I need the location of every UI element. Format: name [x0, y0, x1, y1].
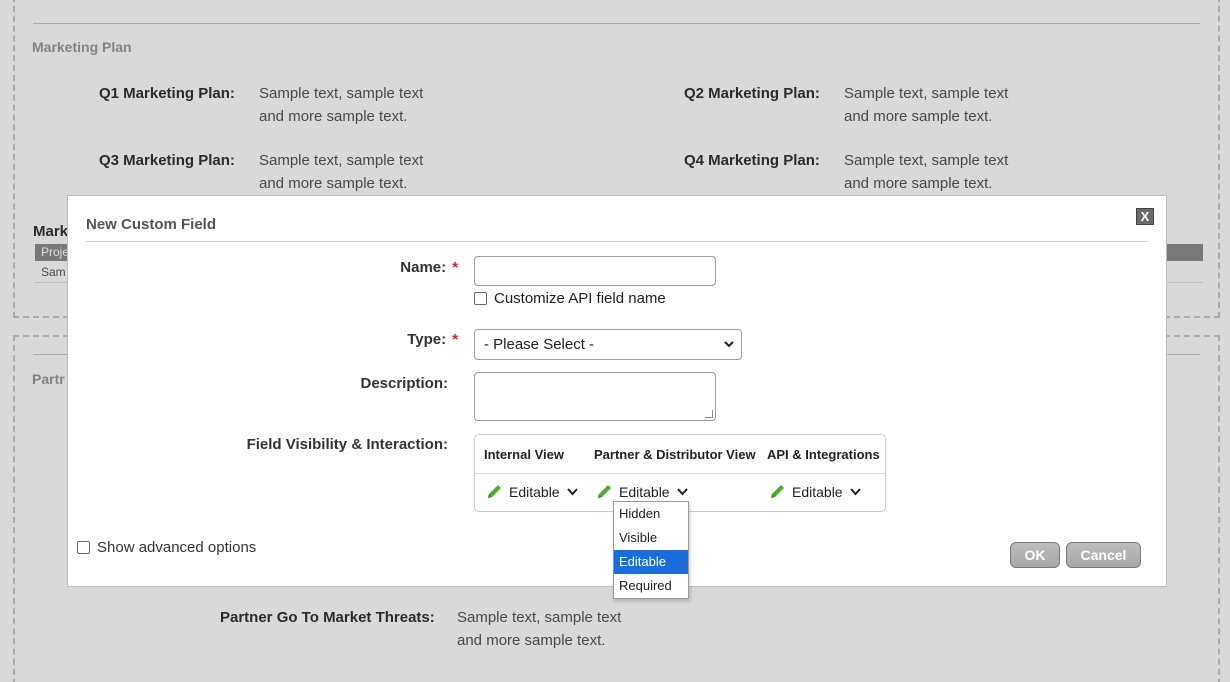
- internal-view-select[interactable]: Editable: [486, 483, 578, 500]
- pencil-icon: [488, 485, 501, 498]
- name-input[interactable]: [474, 256, 716, 286]
- cancel-button[interactable]: Cancel: [1066, 542, 1141, 568]
- chevron-down-icon: [849, 487, 861, 495]
- internal-view-value: Editable: [509, 483, 560, 500]
- visibility-dropdown-menu: Hidden Visible Editable Required: [613, 501, 689, 599]
- advanced-options-checkbox[interactable]: [77, 541, 90, 554]
- partner-view-select[interactable]: Editable: [596, 483, 688, 500]
- customize-api-label: Customize API field name: [494, 290, 666, 307]
- option-hidden[interactable]: Hidden: [614, 502, 688, 526]
- customize-api-checkbox[interactable]: [474, 292, 487, 305]
- option-required[interactable]: Required: [614, 574, 688, 598]
- visibility-divider: [475, 473, 885, 474]
- pencil-icon: [598, 485, 611, 498]
- option-visible[interactable]: Visible: [614, 526, 688, 550]
- chevron-down-icon: [723, 330, 735, 370]
- required-mark: *: [452, 331, 458, 348]
- type-label: Type:: [407, 331, 447, 348]
- name-label-row: Name: *: [308, 259, 458, 276]
- chevron-down-icon: [676, 487, 688, 495]
- new-custom-field-dialog: New Custom Field X Name: * Customize API …: [67, 195, 1167, 599]
- required-mark: *: [452, 259, 458, 276]
- name-label: Name:: [400, 259, 447, 276]
- description-label: Description:: [360, 375, 448, 392]
- partner-view-header: Partner & Distributor View: [594, 447, 756, 462]
- visibility-label: Field Visibility & Interaction:: [246, 436, 448, 453]
- type-select-value: - Please Select -: [484, 336, 595, 353]
- api-select[interactable]: Editable: [769, 483, 861, 500]
- partner-view-value: Editable: [619, 483, 670, 500]
- type-label-row: Type: *: [308, 331, 458, 348]
- resize-grip-icon[interactable]: [705, 410, 713, 418]
- ok-button[interactable]: OK: [1010, 542, 1060, 568]
- advanced-options-row: Show advanced options: [77, 539, 256, 556]
- advanced-options-label: Show advanced options: [97, 539, 257, 556]
- api-value: Editable: [792, 483, 843, 500]
- type-select[interactable]: - Please Select -: [474, 329, 742, 360]
- description-textarea[interactable]: [474, 372, 716, 421]
- internal-view-header: Internal View: [484, 447, 564, 462]
- pencil-icon: [771, 485, 784, 498]
- close-button[interactable]: X: [1136, 208, 1154, 225]
- api-header: API & Integrations: [767, 447, 880, 462]
- option-editable[interactable]: Editable: [614, 550, 688, 574]
- chevron-down-icon: [566, 487, 578, 495]
- dialog-title: New Custom Field: [86, 216, 217, 233]
- dialog-divider: [86, 241, 1148, 242]
- customize-api-row: Customize API field name: [474, 290, 666, 307]
